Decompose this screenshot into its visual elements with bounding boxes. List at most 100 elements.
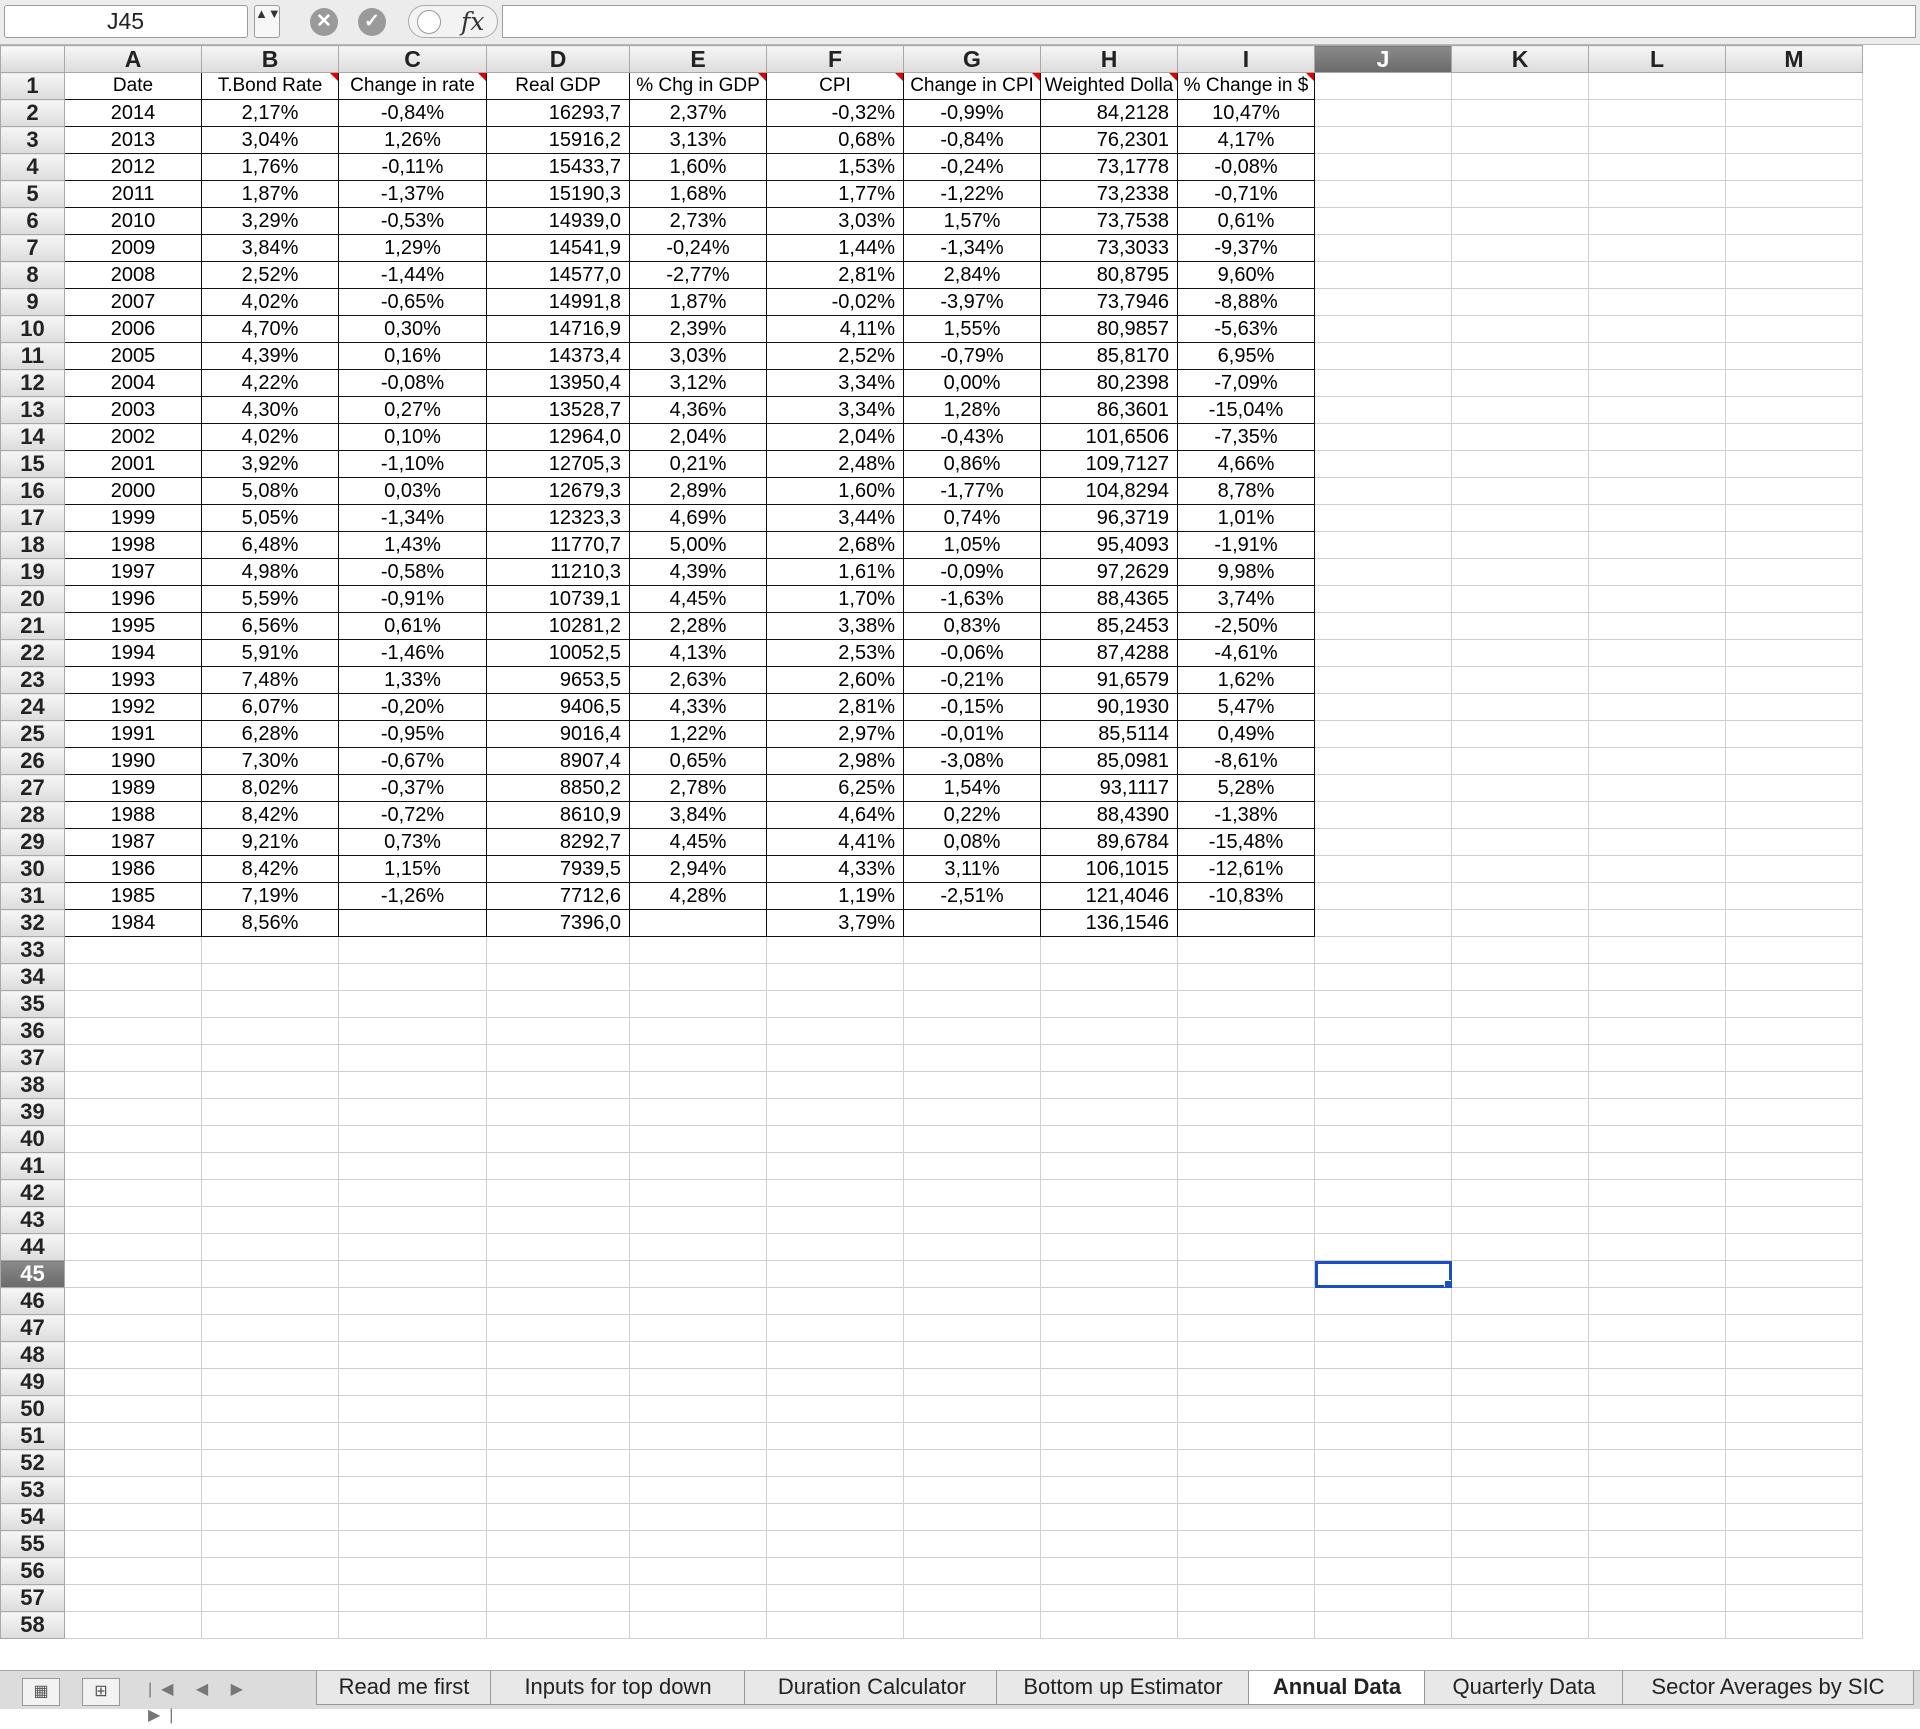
cell-l7[interactable] bbox=[1588, 234, 1726, 262]
cell-l50[interactable] bbox=[1588, 1395, 1726, 1423]
cell-d52[interactable] bbox=[486, 1449, 630, 1477]
cell-i49[interactable] bbox=[1177, 1368, 1315, 1396]
cell-i33[interactable] bbox=[1177, 936, 1315, 964]
cell-m25[interactable] bbox=[1725, 720, 1863, 748]
cell-a52[interactable] bbox=[64, 1449, 202, 1477]
cell-l14[interactable] bbox=[1588, 423, 1726, 451]
cell-c7[interactable]: 1,29% bbox=[338, 234, 487, 262]
cell-e38[interactable] bbox=[629, 1071, 767, 1099]
cell-k1[interactable] bbox=[1451, 72, 1589, 100]
cell-a6[interactable]: 2010 bbox=[64, 207, 202, 235]
cell-b50[interactable] bbox=[201, 1395, 339, 1423]
cell-i47[interactable] bbox=[1177, 1314, 1315, 1342]
cell-b53[interactable] bbox=[201, 1476, 339, 1504]
cell-f29[interactable]: 4,41% bbox=[766, 828, 904, 856]
cell-m5[interactable] bbox=[1725, 180, 1863, 208]
cell-d7[interactable]: 14541,9 bbox=[486, 234, 630, 262]
cell-m20[interactable] bbox=[1725, 585, 1863, 613]
row-header[interactable]: 36 bbox=[0, 1017, 65, 1045]
cell-b29[interactable]: 9,21% bbox=[201, 828, 339, 856]
cell-d13[interactable]: 13528,7 bbox=[486, 396, 630, 424]
cell-i23[interactable]: 1,62% bbox=[1177, 666, 1315, 694]
cell-h3[interactable]: 76,2301 bbox=[1040, 126, 1178, 154]
cell-h7[interactable]: 73,3033 bbox=[1040, 234, 1178, 262]
column-header-c[interactable]: C bbox=[338, 45, 487, 73]
cell-g39[interactable] bbox=[903, 1098, 1041, 1126]
cell-l45[interactable] bbox=[1588, 1260, 1726, 1288]
row-header[interactable]: 38 bbox=[0, 1071, 65, 1099]
cell-f40[interactable] bbox=[766, 1125, 904, 1153]
cell-h51[interactable] bbox=[1040, 1422, 1178, 1450]
cell-l25[interactable] bbox=[1588, 720, 1726, 748]
cell-b5[interactable]: 1,87% bbox=[201, 180, 339, 208]
cell-h23[interactable]: 91,6579 bbox=[1040, 666, 1178, 694]
cell-b21[interactable]: 6,56% bbox=[201, 612, 339, 640]
cell-f34[interactable] bbox=[766, 963, 904, 991]
cell-j52[interactable] bbox=[1314, 1449, 1452, 1477]
cell-e45[interactable] bbox=[629, 1260, 767, 1288]
cell-j39[interactable] bbox=[1314, 1098, 1452, 1126]
cell-c16[interactable]: 0,03% bbox=[338, 477, 487, 505]
cell-b46[interactable] bbox=[201, 1287, 339, 1315]
cell-m17[interactable] bbox=[1725, 504, 1863, 532]
cell-m11[interactable] bbox=[1725, 342, 1863, 370]
cell-b43[interactable] bbox=[201, 1206, 339, 1234]
cell-e30[interactable]: 2,94% bbox=[629, 855, 767, 883]
cell-l43[interactable] bbox=[1588, 1206, 1726, 1234]
row-header[interactable]: 2 bbox=[0, 99, 65, 127]
cell-j12[interactable] bbox=[1314, 369, 1452, 397]
row-header[interactable]: 48 bbox=[0, 1341, 65, 1369]
cell-l17[interactable] bbox=[1588, 504, 1726, 532]
cell-a32[interactable]: 1984 bbox=[64, 909, 202, 937]
cell-d32[interactable]: 7396,0 bbox=[486, 909, 630, 937]
cell-m22[interactable] bbox=[1725, 639, 1863, 667]
cell-k29[interactable] bbox=[1451, 828, 1589, 856]
cell-g54[interactable] bbox=[903, 1503, 1041, 1531]
cell-j23[interactable] bbox=[1314, 666, 1452, 694]
cell-m12[interactable] bbox=[1725, 369, 1863, 397]
cell-d34[interactable] bbox=[486, 963, 630, 991]
column-header-d[interactable]: D bbox=[486, 45, 630, 73]
cell-j20[interactable] bbox=[1314, 585, 1452, 613]
cell-b37[interactable] bbox=[201, 1044, 339, 1072]
cell-g10[interactable]: 1,55% bbox=[903, 315, 1041, 343]
cell-j13[interactable] bbox=[1314, 396, 1452, 424]
cell-m10[interactable] bbox=[1725, 315, 1863, 343]
cell-b51[interactable] bbox=[201, 1422, 339, 1450]
cell-a7[interactable]: 2009 bbox=[64, 234, 202, 262]
cell-a8[interactable]: 2008 bbox=[64, 261, 202, 289]
cell-m32[interactable] bbox=[1725, 909, 1863, 937]
cell-a9[interactable]: 2007 bbox=[64, 288, 202, 316]
cell-d11[interactable]: 14373,4 bbox=[486, 342, 630, 370]
cell-e22[interactable]: 4,13% bbox=[629, 639, 767, 667]
cell-b17[interactable]: 5,05% bbox=[201, 504, 339, 532]
column-header-a[interactable]: A bbox=[64, 45, 202, 73]
cell-c38[interactable] bbox=[338, 1071, 487, 1099]
cell-g36[interactable] bbox=[903, 1017, 1041, 1045]
cell-i55[interactable] bbox=[1177, 1530, 1315, 1558]
cell-k56[interactable] bbox=[1451, 1557, 1589, 1585]
cell-m2[interactable] bbox=[1725, 99, 1863, 127]
row-header[interactable]: 9 bbox=[0, 288, 65, 316]
cell-h42[interactable] bbox=[1040, 1179, 1178, 1207]
cell-i51[interactable] bbox=[1177, 1422, 1315, 1450]
cell-l21[interactable] bbox=[1588, 612, 1726, 640]
cell-a40[interactable] bbox=[64, 1125, 202, 1153]
cell-b6[interactable]: 3,29% bbox=[201, 207, 339, 235]
cell-i21[interactable]: -2,50% bbox=[1177, 612, 1315, 640]
cell-g52[interactable] bbox=[903, 1449, 1041, 1477]
cell-f42[interactable] bbox=[766, 1179, 904, 1207]
cell-m41[interactable] bbox=[1725, 1152, 1863, 1180]
header-cell-i[interactable]: % Change in $ bbox=[1177, 72, 1315, 100]
cell-a17[interactable]: 1999 bbox=[64, 504, 202, 532]
cell-a38[interactable] bbox=[64, 1071, 202, 1099]
cell-m45[interactable] bbox=[1725, 1260, 1863, 1288]
cell-j16[interactable] bbox=[1314, 477, 1452, 505]
cell-g21[interactable]: 0,83% bbox=[903, 612, 1041, 640]
page-layout-view-icon[interactable]: ⊞ bbox=[82, 1678, 120, 1706]
cell-e3[interactable]: 3,13% bbox=[629, 126, 767, 154]
cell-e18[interactable]: 5,00% bbox=[629, 531, 767, 559]
cell-g15[interactable]: 0,86% bbox=[903, 450, 1041, 478]
cell-l42[interactable] bbox=[1588, 1179, 1726, 1207]
cell-j5[interactable] bbox=[1314, 180, 1452, 208]
